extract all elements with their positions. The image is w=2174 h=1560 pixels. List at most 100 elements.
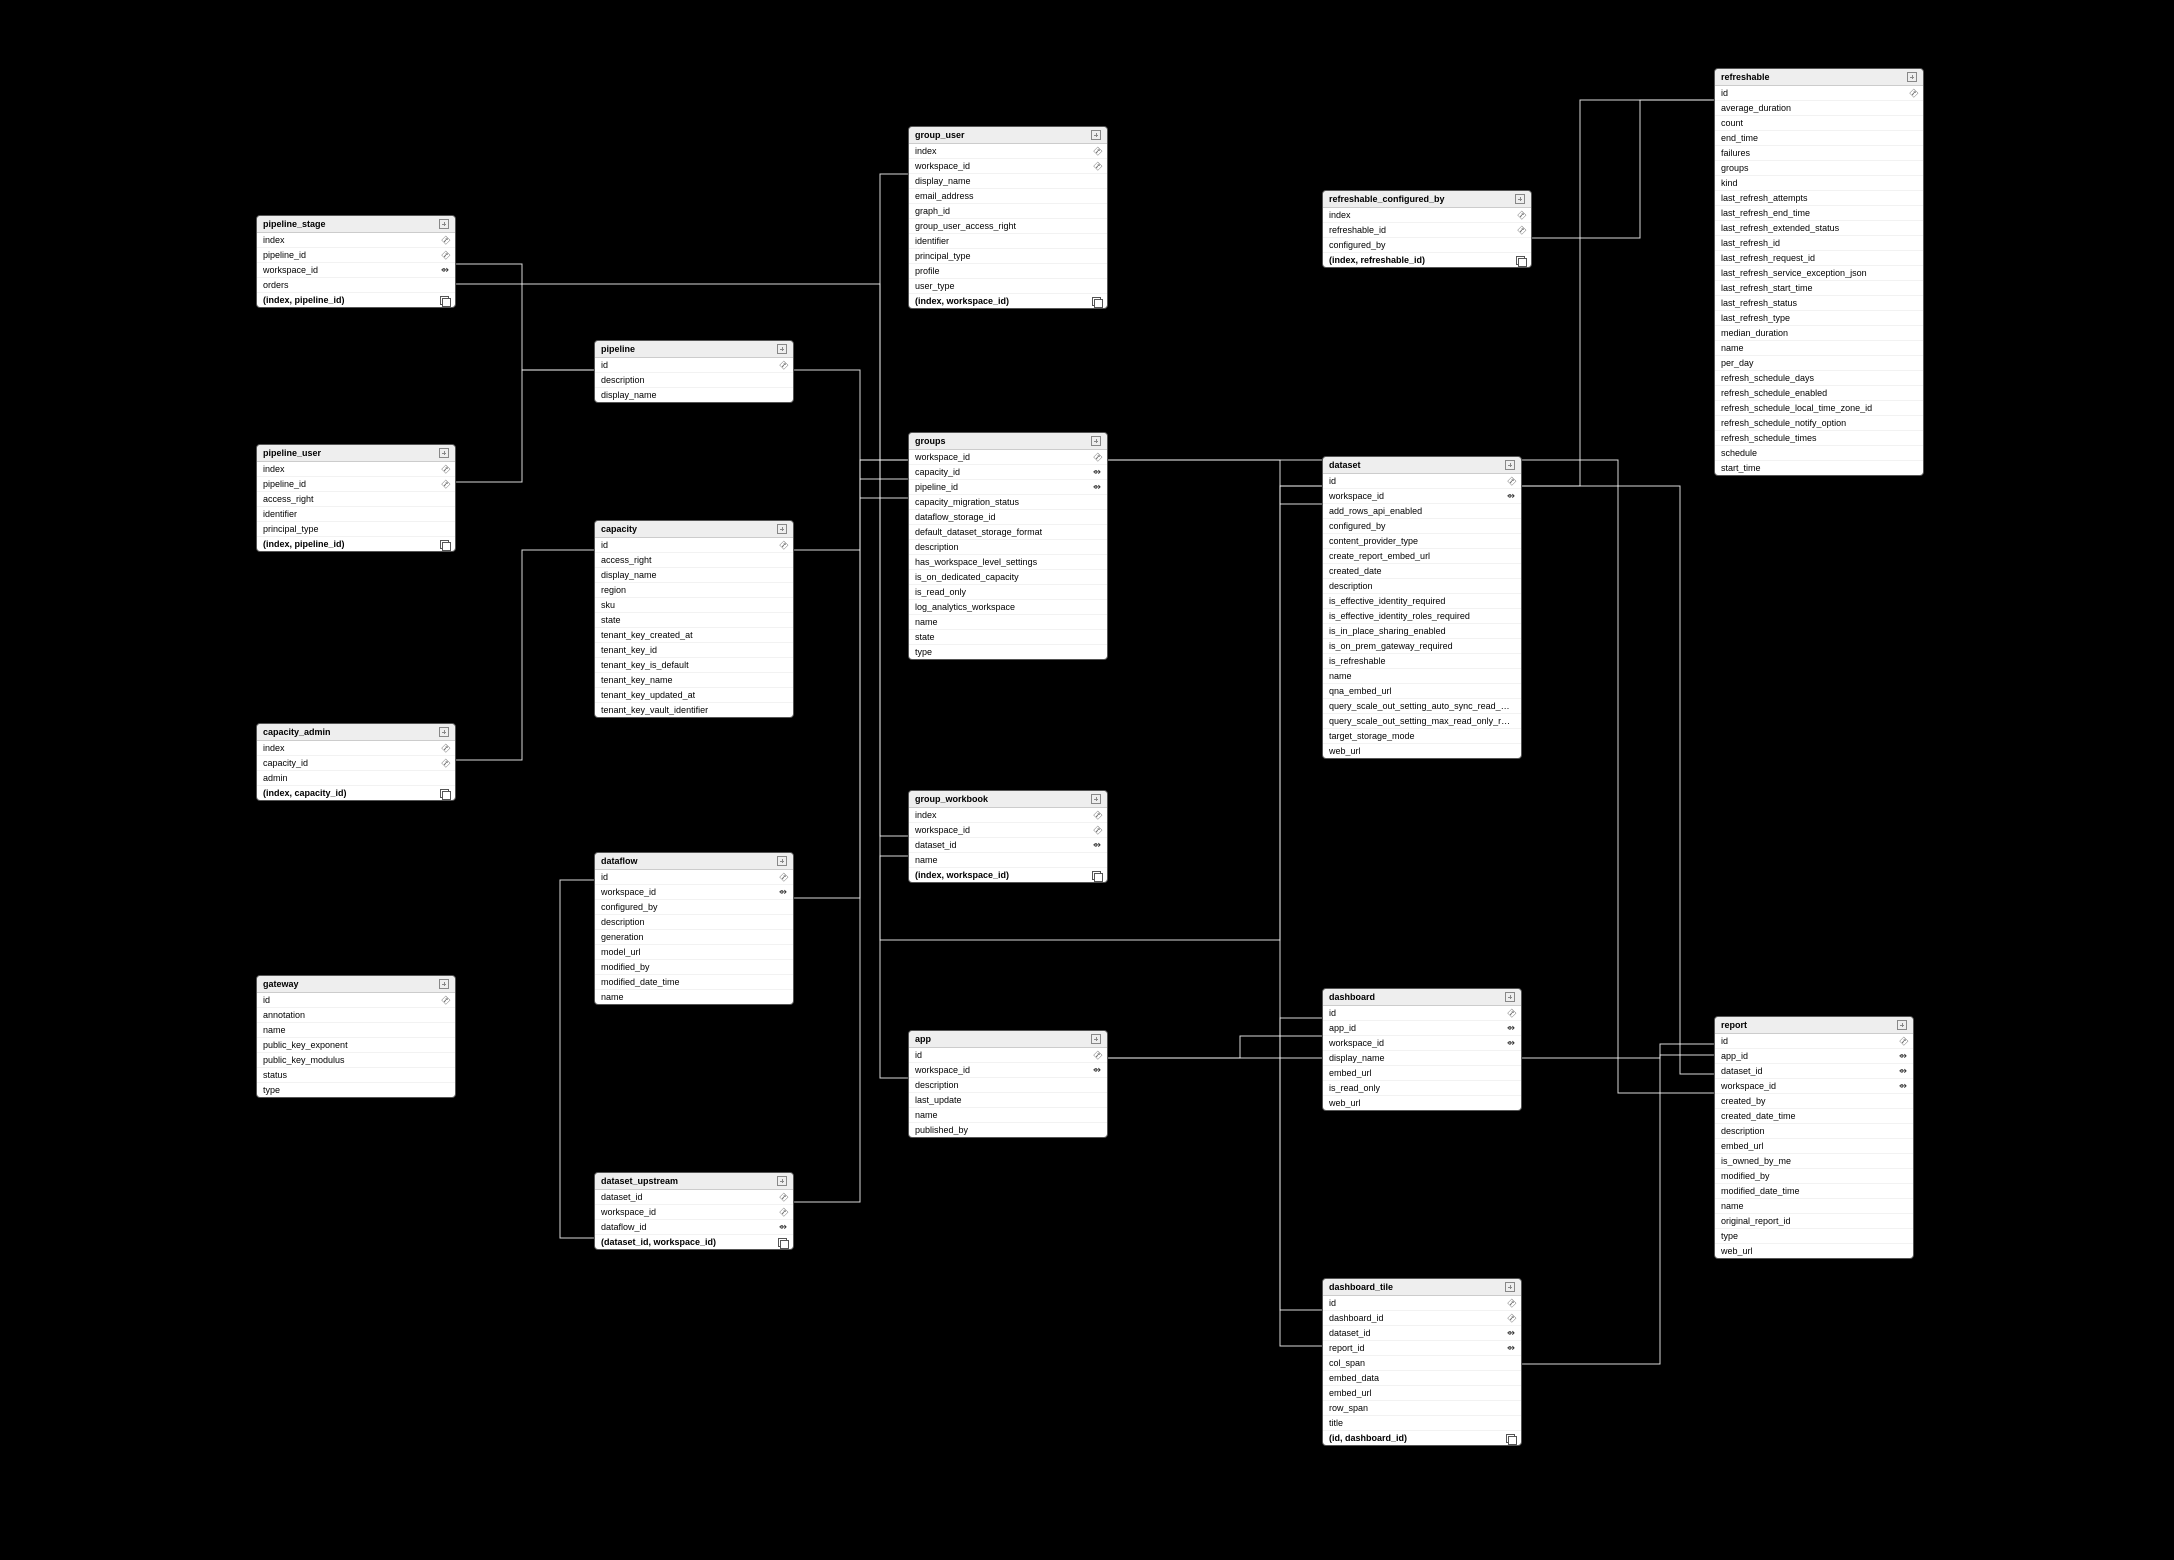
field-row[interactable]: identifier — [909, 234, 1107, 249]
entity-dataset[interactable]: datasetid⚿workspace_id⇴add_rows_api_enab… — [1322, 456, 1522, 759]
field-row[interactable]: last_refresh_id — [1715, 236, 1923, 251]
field-row[interactable]: workspace_id⚿ — [909, 823, 1107, 838]
field-row[interactable]: display_name — [1323, 1051, 1521, 1066]
field-row[interactable]: dashboard_id⚿ — [1323, 1311, 1521, 1326]
field-row[interactable]: refresh_schedule_enabled — [1715, 386, 1923, 401]
field-row[interactable]: description — [1715, 1124, 1913, 1139]
field-row[interactable]: id⚿ — [1323, 474, 1521, 489]
entity-header[interactable]: group_workbook — [909, 791, 1107, 808]
field-row[interactable]: public_key_exponent — [257, 1038, 455, 1053]
field-row[interactable]: is_on_prem_gateway_required — [1323, 639, 1521, 654]
field-row[interactable]: sku — [595, 598, 793, 613]
field-row[interactable]: workspace_id⚿ — [909, 159, 1107, 174]
entity-header[interactable]: pipeline_stage — [257, 216, 455, 233]
field-row[interactable]: index⚿ — [1323, 208, 1531, 223]
field-row[interactable]: model_url — [595, 945, 793, 960]
field-row[interactable]: capacity_id⇴ — [909, 465, 1107, 480]
entity-header[interactable]: capacity_admin — [257, 724, 455, 741]
expand-icon[interactable] — [1091, 794, 1101, 804]
field-row[interactable]: original_report_id — [1715, 1214, 1913, 1229]
field-row[interactable]: display_name — [595, 568, 793, 583]
field-row[interactable]: kind — [1715, 176, 1923, 191]
field-row[interactable]: last_refresh_end_time — [1715, 206, 1923, 221]
entity-header[interactable]: refreshable_configured_by — [1323, 191, 1531, 208]
field-row[interactable]: description — [909, 1078, 1107, 1093]
field-row[interactable]: web_url — [1323, 1096, 1521, 1110]
field-row[interactable]: id⚿ — [257, 993, 455, 1008]
field-row[interactable]: is_read_only — [1323, 1081, 1521, 1096]
field-row[interactable]: last_refresh_start_time — [1715, 281, 1923, 296]
field-row[interactable]: is_effective_identity_roles_required — [1323, 609, 1521, 624]
field-row[interactable]: workspace_id⚿ — [595, 1205, 793, 1220]
field-row[interactable]: capacity_migration_status — [909, 495, 1107, 510]
field-row[interactable]: content_provider_type — [1323, 534, 1521, 549]
field-row[interactable]: name — [909, 1108, 1107, 1123]
erd-canvas[interactable]: pipeline_stageindex⚿pipeline_id⚿workspac… — [0, 0, 2174, 1560]
expand-icon[interactable] — [1505, 460, 1515, 470]
field-row[interactable]: start_time — [1715, 461, 1923, 475]
field-row[interactable]: last_refresh_service_exception_json — [1715, 266, 1923, 281]
field-row[interactable]: description — [909, 540, 1107, 555]
field-row[interactable]: app_id⇴ — [1715, 1049, 1913, 1064]
field-row[interactable]: target_storage_mode — [1323, 729, 1521, 744]
field-row[interactable]: name — [909, 615, 1107, 630]
field-row[interactable]: last_refresh_request_id — [1715, 251, 1923, 266]
expand-icon[interactable] — [777, 524, 787, 534]
field-row[interactable]: embed_url — [1323, 1386, 1521, 1401]
field-row[interactable]: workspace_id⇴ — [257, 263, 455, 278]
field-row[interactable]: is_owned_by_me — [1715, 1154, 1913, 1169]
field-row[interactable]: report_id⇴ — [1323, 1341, 1521, 1356]
field-row[interactable]: state — [595, 613, 793, 628]
field-row[interactable]: dataset_id⚿ — [595, 1190, 793, 1205]
field-row[interactable]: id⚿ — [909, 1048, 1107, 1063]
entity-refreshable[interactable]: refreshableid⚿average_durationcountend_t… — [1714, 68, 1924, 476]
entity-header[interactable]: dashboard — [1323, 989, 1521, 1006]
field-row[interactable]: embed_url — [1323, 1066, 1521, 1081]
field-row[interactable]: pipeline_id⇴ — [909, 480, 1107, 495]
field-row[interactable]: workspace_id⇴ — [909, 1063, 1107, 1078]
entity-header[interactable]: capacity — [595, 521, 793, 538]
field-row[interactable]: id⚿ — [595, 870, 793, 885]
field-row[interactable]: is_in_place_sharing_enabled — [1323, 624, 1521, 639]
expand-icon[interactable] — [1907, 72, 1917, 82]
field-row[interactable]: tenant_key_id — [595, 643, 793, 658]
entity-header[interactable]: dataset_upstream — [595, 1173, 793, 1190]
field-row[interactable]: last_refresh_extended_status — [1715, 221, 1923, 236]
entity-header[interactable]: report — [1715, 1017, 1913, 1034]
field-row[interactable]: is_on_dedicated_capacity — [909, 570, 1107, 585]
field-row[interactable]: id⚿ — [1715, 1034, 1913, 1049]
entity-app[interactable]: appid⚿workspace_id⇴descriptionlast_updat… — [908, 1030, 1108, 1138]
field-row[interactable]: published_by — [909, 1123, 1107, 1137]
field-row[interactable]: description — [595, 373, 793, 388]
field-row[interactable]: last_refresh_status — [1715, 296, 1923, 311]
field-row[interactable]: status — [257, 1068, 455, 1083]
field-row[interactable]: is_effective_identity_required — [1323, 594, 1521, 609]
field-row[interactable]: admin — [257, 771, 455, 786]
field-row[interactable]: type — [1715, 1229, 1913, 1244]
entity-dashboard_tile[interactable]: dashboard_tileid⚿dashboard_id⚿dataset_id… — [1322, 1278, 1522, 1446]
field-row[interactable]: dataset_id⇴ — [1715, 1064, 1913, 1079]
field-row[interactable]: type — [909, 645, 1107, 659]
field-row[interactable]: app_id⇴ — [1323, 1021, 1521, 1036]
field-row[interactable]: workspace_id⚿ — [909, 450, 1107, 465]
field-row[interactable]: display_name — [595, 388, 793, 402]
entity-header[interactable]: app — [909, 1031, 1107, 1048]
entity-header[interactable]: pipeline_user — [257, 445, 455, 462]
field-row[interactable]: end_time — [1715, 131, 1923, 146]
field-row[interactable]: state — [909, 630, 1107, 645]
field-row[interactable]: count — [1715, 116, 1923, 131]
field-row[interactable]: id⚿ — [1323, 1296, 1521, 1311]
field-row[interactable]: refresh_schedule_days — [1715, 371, 1923, 386]
field-row[interactable]: is_read_only — [909, 585, 1107, 600]
field-row[interactable]: name — [909, 853, 1107, 868]
field-row[interactable]: query_scale_out_setting_auto_sync_read_o… — [1323, 699, 1521, 714]
entity-report[interactable]: reportid⚿app_id⇴dataset_id⇴workspace_id⇴… — [1714, 1016, 1914, 1259]
field-row[interactable]: dataflow_id⇴ — [595, 1220, 793, 1235]
entity-pipeline_user[interactable]: pipeline_userindex⚿pipeline_id⚿access_ri… — [256, 444, 456, 552]
field-row[interactable]: dataflow_storage_id — [909, 510, 1107, 525]
field-row[interactable]: pipeline_id⚿ — [257, 248, 455, 263]
field-row[interactable]: embed_data — [1323, 1371, 1521, 1386]
field-row[interactable]: title — [1323, 1416, 1521, 1431]
field-row[interactable]: id⚿ — [595, 358, 793, 373]
field-row[interactable]: last_update — [909, 1093, 1107, 1108]
